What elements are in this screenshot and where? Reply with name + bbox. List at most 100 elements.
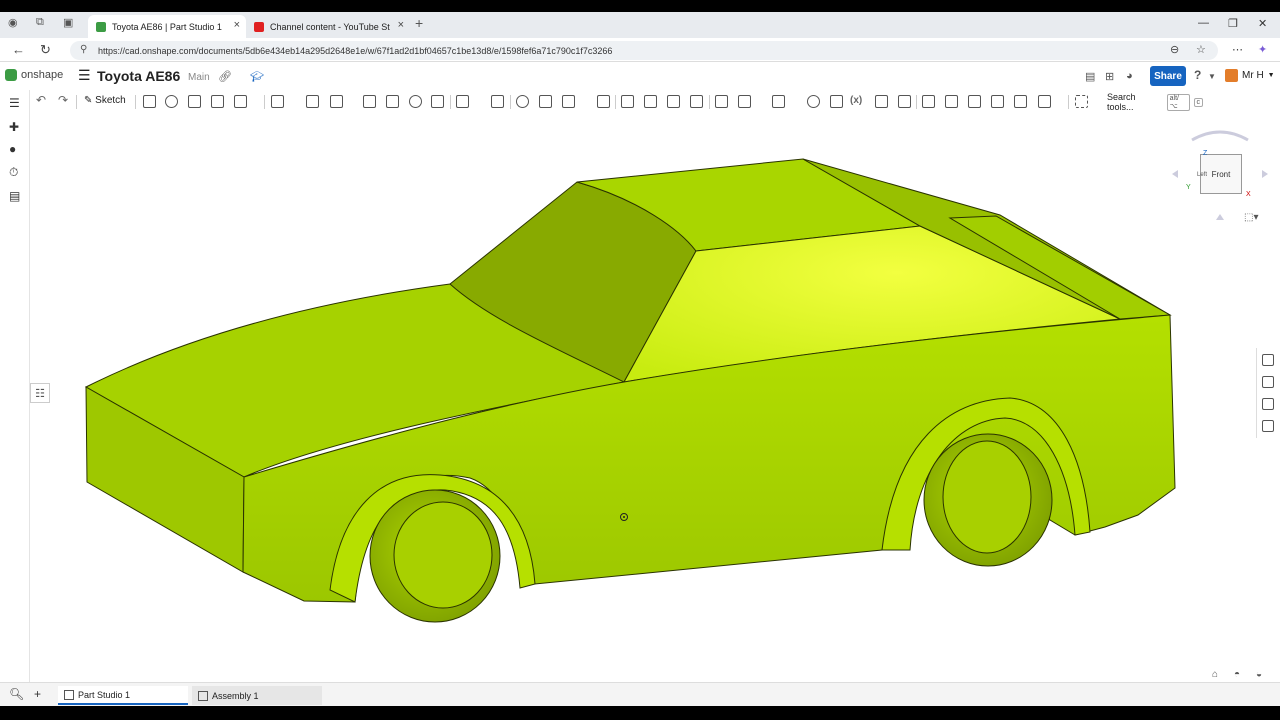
feature-panel-toggle[interactable]: ☷ (30, 383, 50, 403)
profile-icon[interactable]: ◉ (8, 16, 18, 29)
graphics-viewport[interactable] (31, 114, 1256, 682)
add-icon[interactable]: ✚ (9, 120, 19, 134)
car-model[interactable] (31, 114, 1256, 682)
helix-icon[interactable] (667, 95, 680, 108)
frame-icon[interactable] (738, 95, 751, 108)
document-menu-icon[interactable]: ☰ (78, 67, 91, 84)
maximize-button[interactable]: ❐ (1228, 17, 1238, 30)
pattern-icon[interactable] (539, 95, 552, 108)
section-view-icon[interactable]: ◒ (1256, 669, 1262, 680)
custom-features-icon[interactable] (1038, 95, 1051, 108)
thicken-icon[interactable] (234, 95, 247, 108)
history-icon[interactable]: ⏱︎ (9, 165, 18, 180)
parts-list-icon[interactable]: ▤ (9, 189, 20, 203)
draft-icon[interactable] (330, 95, 343, 108)
url-field[interactable]: ⚲ https://cad.onshape.com/documents/5db6… (70, 41, 1218, 60)
wrap-icon[interactable] (431, 95, 444, 108)
more-menu-icon[interactable]: ⋯ (1232, 43, 1243, 56)
view-cube[interactable]: Front Z Y X Left ⬚▾ (1172, 128, 1268, 224)
add-custom-tool-icon[interactable] (1075, 95, 1088, 108)
render-icon[interactable] (922, 95, 935, 108)
variables-panel-icon[interactable] (1262, 420, 1274, 432)
extrude-icon[interactable] (143, 95, 156, 108)
search-tools-input[interactable]: Search tools... alt/⌥ c (1103, 92, 1203, 112)
revolve-icon[interactable] (165, 95, 178, 108)
help-button[interactable]: ? (1194, 68, 1201, 82)
comments-icon[interactable]: ● (9, 142, 16, 156)
appearance-panel-icon[interactable] (1262, 354, 1274, 366)
loft-icon[interactable] (211, 95, 224, 108)
search-tabs-icon[interactable]: 🔍︎ (9, 687, 24, 701)
browser-tab-youtube[interactable]: Channel content - YouTube Studio × (246, 15, 410, 38)
learning-center-icon[interactable]: 🎓︎ (250, 70, 264, 83)
decal-icon[interactable] (991, 95, 1004, 108)
insert-new-tab-icon[interactable]: + (34, 687, 41, 701)
parts-panel-icon[interactable] (1262, 376, 1274, 388)
sheet-metal-icon[interactable] (715, 95, 728, 108)
analysis-icon[interactable] (1014, 95, 1027, 108)
workspaces-icon[interactable]: ⧉ (36, 16, 44, 29)
redo-icon[interactable]: ↷ (58, 93, 68, 107)
sketch-label: Sketch (95, 95, 126, 106)
sketch-button[interactable]: ✎ Sketch (84, 95, 126, 106)
user-menu[interactable]: Mr H ▼ (1225, 69, 1275, 82)
branch-label[interactable]: Main (188, 72, 210, 83)
split-icon[interactable] (491, 95, 504, 108)
section-icon[interactable] (830, 95, 843, 108)
app-store-icon[interactable]: ⊞ (1105, 70, 1114, 83)
appearance-icon[interactable] (968, 95, 981, 108)
mirror-icon[interactable] (562, 95, 575, 108)
link-icon[interactable]: 🔗︎ (218, 70, 232, 83)
measure-icon[interactable] (807, 95, 820, 108)
feature-toolbar: ↶ ↷ ✎ Sketch (x) Search tools... alt/⌥ c (0, 90, 1280, 114)
onshape-logo[interactable]: onshape (5, 69, 63, 81)
tab-assembly-1[interactable]: Assembly 1 (192, 686, 322, 705)
boolean-icon[interactable] (456, 95, 469, 108)
surface-icon[interactable] (772, 95, 785, 108)
feature-list-icon[interactable]: ☰ (9, 96, 20, 110)
notifications-icon[interactable]: ◕ (1126, 70, 1133, 82)
shell-icon[interactable] (386, 95, 399, 108)
tab-part-studio-1[interactable]: Part Studio 1 (58, 686, 188, 705)
reader-icon[interactable]: ⊖ (1170, 43, 1179, 56)
configure-icon[interactable] (875, 95, 888, 108)
variable-icon[interactable]: (x) (850, 95, 862, 106)
transform-icon[interactable] (516, 95, 529, 108)
chamfer-icon[interactable] (306, 95, 319, 108)
new-tab-button[interactable]: + (415, 15, 423, 31)
hole-icon[interactable] (409, 95, 422, 108)
sweep-icon[interactable] (188, 95, 201, 108)
display-mode-icon[interactable]: ◓ (1234, 669, 1240, 680)
close-tab-icon[interactable]: × (398, 19, 404, 31)
plane-icon[interactable] (621, 95, 634, 108)
explode-icon[interactable] (945, 95, 958, 108)
shortcut-key: c (1193, 97, 1203, 107)
browser-tab-onshape[interactable]: Toyota AE86 | Part Studio 1 × (88, 15, 246, 38)
curve-icon[interactable] (690, 95, 703, 108)
close-window-button[interactable]: ✕ (1258, 17, 1267, 30)
favorite-star-icon[interactable]: ☆ (1196, 43, 1206, 56)
tab-label: Assembly 1 (212, 690, 259, 701)
rib-icon[interactable] (363, 95, 376, 108)
configurations-panel-icon[interactable] (1262, 398, 1274, 410)
mate-connector-icon[interactable] (644, 95, 657, 108)
delete-part-icon[interactable] (597, 95, 610, 108)
share-button[interactable]: Share (1150, 66, 1186, 86)
versions-icon[interactable]: ▤ (1085, 70, 1095, 83)
divider (1068, 95, 1069, 109)
youtube-favicon (254, 21, 264, 32)
copilot-icon[interactable]: ✦ (1258, 43, 1267, 56)
minimize-button[interactable]: — (1198, 17, 1209, 29)
reload-button[interactable]: ↻ (40, 42, 51, 58)
document-title[interactable]: Toyota AE86 (97, 68, 180, 84)
chevron-down-icon[interactable]: ▼ (1208, 72, 1216, 81)
fillet-icon[interactable] (271, 95, 284, 108)
back-button[interactable]: ← (12, 42, 25, 57)
render-mode-icon[interactable]: ⌂ (1212, 669, 1218, 680)
close-tab-icon[interactable]: × (234, 19, 240, 31)
tag-icon[interactable] (898, 95, 911, 108)
view-options-icon[interactable]: ⬚▾ (1244, 212, 1258, 223)
tab-actions-icon[interactable]: ▣ (63, 16, 73, 29)
site-info-icon[interactable]: ⚲ (80, 44, 87, 55)
undo-icon[interactable]: ↶ (36, 93, 46, 107)
